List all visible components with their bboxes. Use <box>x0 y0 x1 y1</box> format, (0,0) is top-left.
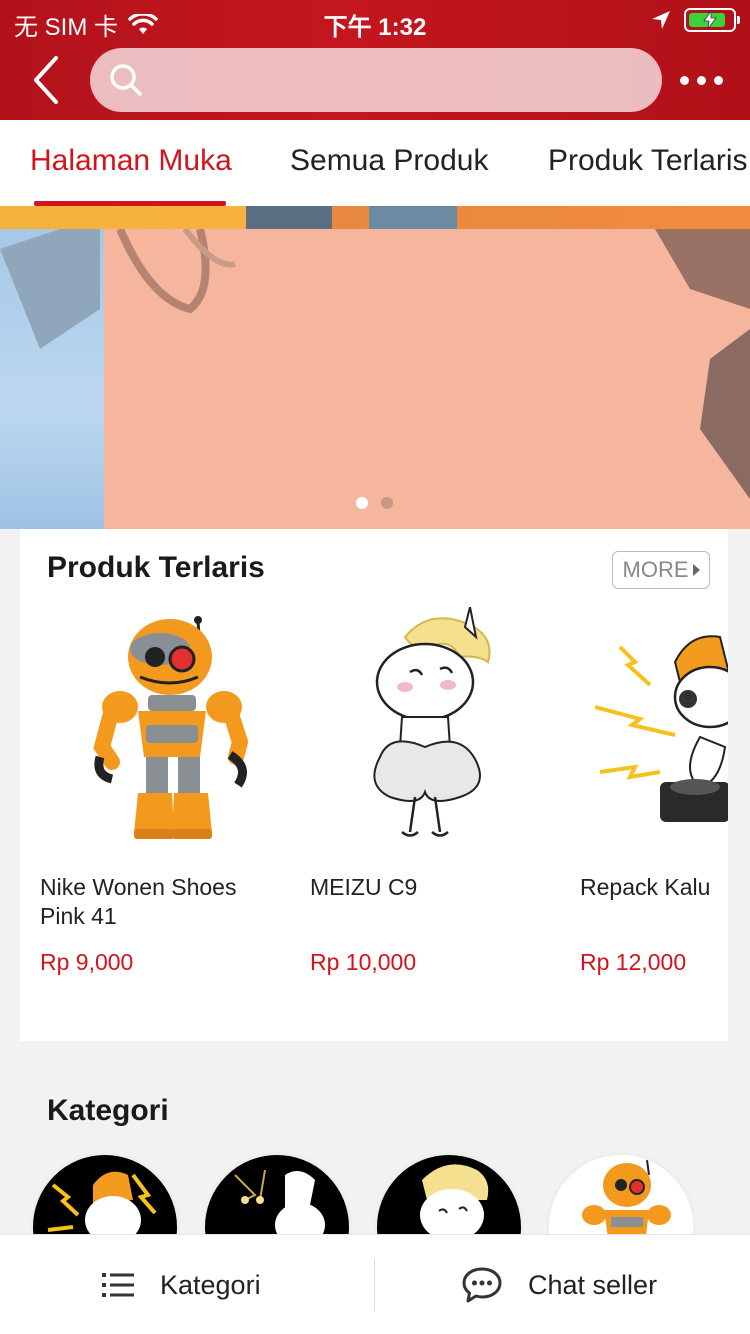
more-label: MORE <box>622 557 689 582</box>
kategori-button[interactable]: Kategori <box>102 1235 261 1334</box>
unicorn-marilyn-sticker-image <box>373 607 491 837</box>
chat-bubble-icon <box>462 1267 502 1303</box>
bestsellers-section: Produk Terlaris MORE Nike Wonen Shoes Pi… <box>20 529 728 1041</box>
banner-carousel[interactable] <box>0 229 750 529</box>
unicorn-marilyn-sticker-icon <box>420 1164 489 1236</box>
kategori-item[interactable] <box>374 1152 524 1236</box>
section-title: Produk Terlaris <box>47 551 265 584</box>
search-input[interactable] <box>156 48 636 112</box>
product-price: Rp 12,000 <box>580 949 687 975</box>
status-right <box>650 8 740 32</box>
kategori-title: Kategori <box>47 1094 169 1127</box>
product-name: MEIZU C9 <box>310 874 418 900</box>
carousel-dot-2[interactable] <box>381 497 393 509</box>
search-icon <box>110 64 142 96</box>
status-bar: 无 SIM 卡 下午 1:32 <box>0 0 750 41</box>
location-arrow-icon <box>652 11 670 29</box>
back-arrow-icon[interactable] <box>26 54 70 106</box>
chat-seller-button[interactable]: Chat seller <box>462 1235 657 1334</box>
tab-halaman-muka[interactable]: Halaman Muka <box>30 144 232 178</box>
carousel-dot-1[interactable] <box>356 497 368 509</box>
more-options-icon[interactable] <box>680 66 728 94</box>
kategori-item[interactable] <box>202 1152 352 1236</box>
banner-strip <box>0 206 750 229</box>
strip-image-2 <box>369 206 457 229</box>
product-price: Rp 9,000 <box>40 949 134 975</box>
tab-produk-terlaris[interactable]: Produk Terlaris <box>548 144 748 178</box>
nav-bar <box>0 40 750 120</box>
app-header: 无 SIM 卡 下午 1:32 <box>0 0 750 120</box>
orange-robot-toy-image <box>93 616 249 839</box>
list-icon <box>102 1273 134 1297</box>
search-bar[interactable] <box>90 48 662 112</box>
kategori-item[interactable] <box>30 1152 180 1236</box>
battery-icon <box>684 8 740 32</box>
unicorn-chandelier-sticker-icon <box>234 1169 325 1236</box>
product-name: Nike Wonen Shoes Pink 41 <box>40 874 237 929</box>
bottom-bar-divider <box>374 1259 375 1311</box>
product-price: Rp 10,000 <box>310 949 417 975</box>
bottom-bar: Kategori Chat seller <box>0 1234 750 1334</box>
kategori-label: Kategori <box>160 1269 261 1300</box>
chat-seller-label: Chat seller <box>528 1269 658 1300</box>
unicorn-dj-sticker-icon <box>47 1171 157 1236</box>
banner-image <box>0 229 750 499</box>
more-button[interactable]: MORE <box>612 551 710 589</box>
tab-semua-produk[interactable]: Semua Produk <box>290 144 488 178</box>
product-name: Repack Kalu <box>580 874 711 900</box>
strip-image-1 <box>246 206 332 229</box>
caret-right-icon <box>692 564 700 576</box>
product-list: Nike Wonen Shoes Pink 41 Rp 9,000 MEIZU … <box>20 607 728 1027</box>
clock: 下午 1:32 <box>323 14 427 41</box>
orange-robot-toy-icon <box>582 1159 671 1236</box>
tab-bar: Halaman Muka Semua Produk Produk Terlari… <box>0 120 750 206</box>
kategori-item[interactable] <box>546 1152 696 1236</box>
unicorn-dj-sticker-image <box>594 635 728 822</box>
kategori-list <box>0 1152 750 1236</box>
